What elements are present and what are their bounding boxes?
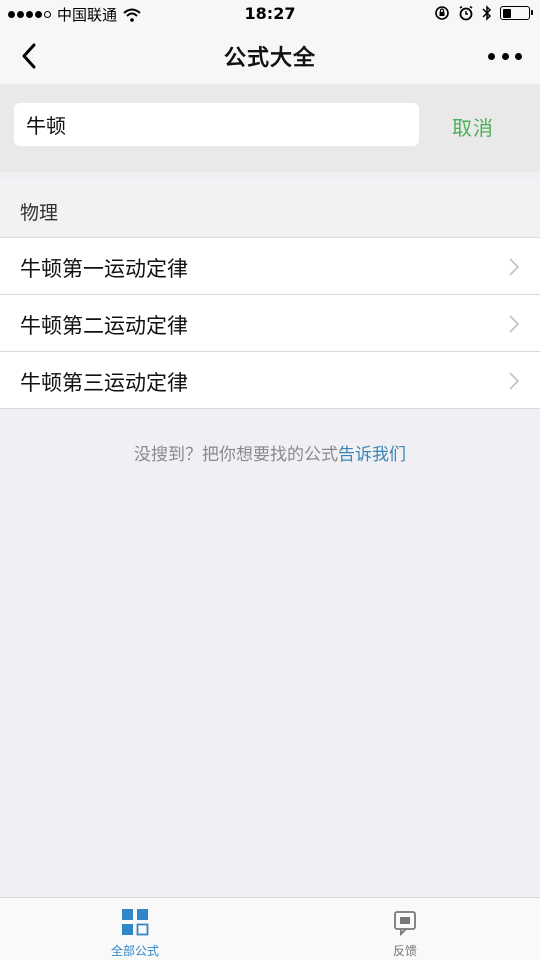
- tell-us-link[interactable]: 告诉我们: [338, 445, 406, 465]
- tab-label: 反馈: [392, 944, 417, 958]
- more-dots-icon: [488, 52, 495, 60]
- bluetooth-icon: [482, 5, 492, 21]
- feedback-icon: [394, 911, 416, 936]
- chevron-right-icon: [509, 258, 520, 276]
- list-item-label: 牛顿第二运动定律: [20, 314, 188, 338]
- tab-bar: 全部公式 反馈: [0, 897, 540, 960]
- list-item[interactable]: 牛顿第一运动定律: [0, 238, 540, 295]
- more-menu-button[interactable]: [488, 44, 522, 68]
- search-input[interactable]: [14, 103, 419, 146]
- not-found-hint: 没搜到？把你想要找的公式告诉我们: [0, 440, 540, 465]
- alarm-icon: [459, 5, 473, 21]
- list-item[interactable]: 牛顿第二运动定律: [0, 295, 540, 352]
- tab-all-formulas[interactable]: 全部公式: [0, 898, 270, 960]
- hint-text: 没搜到？把你想要找的公式: [134, 445, 338, 465]
- chevron-right-icon: [509, 315, 520, 333]
- grid-icon: [122, 909, 149, 936]
- section-title: 物理: [20, 202, 59, 224]
- section-header: 物理: [0, 180, 540, 238]
- status-right: [434, 5, 533, 21]
- status-bar: 中国联通 18:27: [0, 0, 540, 28]
- search-area: 取消: [0, 84, 540, 172]
- nav-bar: 公式大全: [0, 28, 540, 84]
- list-item-label: 牛顿第三运动定律: [20, 371, 188, 395]
- orientation-lock-icon: [435, 6, 449, 20]
- battery-icon: [500, 6, 533, 20]
- tab-feedback[interactable]: 反馈: [270, 898, 540, 960]
- chevron-right-icon: [509, 372, 520, 390]
- tab-label: 全部公式: [110, 944, 159, 958]
- page-title: 公式大全: [223, 46, 316, 71]
- cancel-button[interactable]: 取消: [438, 112, 508, 142]
- list-item-label: 牛顿第一运动定律: [20, 257, 188, 281]
- result-list: 牛顿第一运动定律 牛顿第二运动定律 牛顿第三运动定律: [0, 238, 540, 409]
- list-item[interactable]: 牛顿第三运动定律: [0, 352, 540, 409]
